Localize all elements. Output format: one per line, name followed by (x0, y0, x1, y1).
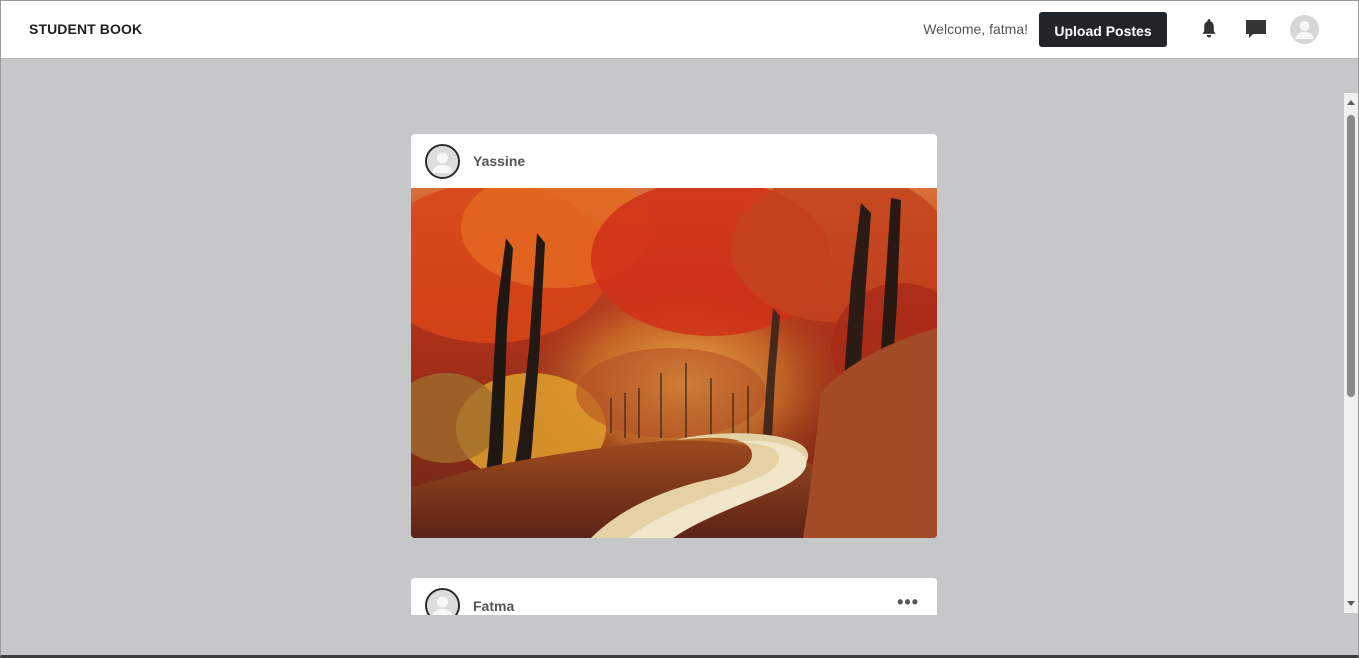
welcome-message: Welcome, fatma! (923, 21, 1028, 37)
more-options-icon[interactable]: ••• (897, 592, 919, 613)
post-card: Yassine (411, 134, 937, 538)
post-avatar-icon[interactable] (425, 588, 460, 615)
navbar: STUDENT BOOK Welcome, fatma! Upload Post… (1, 1, 1358, 59)
post-card: Fatma ••• (411, 578, 937, 615)
post-header: Yassine (411, 134, 937, 188)
post-header: Fatma ••• (411, 578, 937, 615)
bell-icon[interactable] (1197, 17, 1221, 41)
scroll-thumb[interactable] (1347, 115, 1355, 397)
user-avatar-icon[interactable] (1290, 15, 1319, 44)
post-avatar-icon[interactable] (425, 144, 460, 179)
post-image[interactable] (411, 188, 937, 538)
post-feed: Yassine Fatma ••• (411, 134, 937, 615)
chat-icon[interactable] (1244, 18, 1268, 42)
brand-title[interactable]: STUDENT BOOK (29, 21, 142, 37)
post-username[interactable]: Fatma (473, 598, 514, 614)
vertical-scrollbar[interactable] (1344, 93, 1358, 613)
scroll-down-icon[interactable] (1347, 601, 1355, 606)
app-window: STUDENT BOOK Welcome, fatma! Upload Post… (0, 0, 1359, 658)
scroll-up-icon[interactable] (1347, 100, 1355, 105)
upload-posts-button[interactable]: Upload Postes (1039, 12, 1167, 47)
post-username[interactable]: Yassine (473, 153, 525, 169)
